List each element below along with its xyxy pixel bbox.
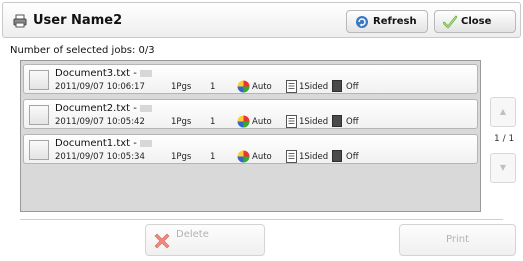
job-list: Document3.txt - 2011/09/07 10:06:17 1Pgs… bbox=[20, 60, 481, 212]
job-color-mode: Auto bbox=[252, 152, 272, 162]
scroll-down-button[interactable]: ▼ bbox=[490, 153, 516, 183]
arrow-up-icon: ▲ bbox=[499, 107, 507, 116]
job-pages: 1Pgs bbox=[171, 82, 192, 92]
close-button[interactable]: Close bbox=[434, 10, 516, 33]
job-row[interactable]: Document2.txt - 2011/09/07 10:05:42 1Pgs… bbox=[23, 99, 478, 129]
job-row[interactable]: Document1.txt - 2011/09/07 10:05:34 1Pgs… bbox=[23, 134, 478, 164]
job-staple: Off bbox=[346, 152, 359, 162]
color-mode-icon bbox=[237, 150, 250, 163]
job-datetime: 2011/09/07 10:06:17 bbox=[55, 82, 145, 92]
job-pages: 1Pgs bbox=[171, 152, 192, 162]
job-sides: 1Sided bbox=[299, 152, 329, 162]
job-checkbox[interactable] bbox=[29, 70, 49, 90]
job-copies: 1 bbox=[210, 117, 216, 127]
printer-icon bbox=[13, 14, 27, 28]
divider bbox=[20, 219, 503, 220]
job-name: Document1.txt - bbox=[55, 138, 152, 149]
redacted-owner bbox=[139, 104, 152, 112]
title-bar: User Name2 Refresh Close bbox=[2, 2, 521, 38]
job-copies: 1 bbox=[210, 152, 216, 162]
print-button[interactable]: Print bbox=[399, 224, 516, 256]
color-mode-icon bbox=[237, 80, 250, 93]
job-pages: 1Pgs bbox=[171, 117, 192, 127]
page-title: User Name2 bbox=[33, 13, 123, 28]
job-checkbox[interactable] bbox=[29, 105, 49, 125]
job-staple: Off bbox=[346, 82, 359, 92]
delete-label: Delete bbox=[176, 229, 209, 240]
redacted-owner bbox=[139, 69, 152, 77]
selected-jobs-count: Number of selected jobs: 0/3 bbox=[10, 45, 155, 56]
arrow-down-icon: ▼ bbox=[499, 163, 507, 172]
print-label: Print bbox=[445, 234, 469, 245]
refresh-button[interactable]: Refresh bbox=[346, 10, 428, 33]
staple-icon bbox=[332, 80, 342, 92]
job-color-mode: Auto bbox=[252, 117, 272, 127]
job-checkbox[interactable] bbox=[29, 140, 49, 160]
single-sided-icon bbox=[286, 115, 297, 128]
job-row[interactable]: Document3.txt - 2011/09/07 10:06:17 1Pgs… bbox=[23, 64, 478, 94]
staple-icon bbox=[332, 150, 342, 162]
scroll-up-button[interactable]: ▲ bbox=[490, 97, 516, 127]
job-datetime: 2011/09/07 10:05:42 bbox=[55, 117, 145, 127]
staple-icon bbox=[332, 115, 342, 127]
delete-button[interactable]: Delete bbox=[145, 224, 265, 256]
page-indicator: 1 / 1 bbox=[494, 134, 515, 144]
close-label: Close bbox=[461, 16, 492, 27]
checkmark-icon bbox=[443, 15, 457, 28]
job-color-mode: Auto bbox=[252, 82, 272, 92]
delete-x-icon bbox=[154, 233, 170, 249]
refresh-icon bbox=[356, 15, 368, 28]
single-sided-icon bbox=[286, 150, 297, 163]
job-copies: 1 bbox=[210, 82, 216, 92]
color-mode-icon bbox=[237, 115, 250, 128]
single-sided-icon bbox=[286, 80, 297, 93]
job-name: Document2.txt - bbox=[55, 103, 152, 114]
job-name: Document3.txt - bbox=[55, 68, 152, 79]
job-sides: 1Sided bbox=[299, 82, 329, 92]
job-staple: Off bbox=[346, 117, 359, 127]
job-datetime: 2011/09/07 10:05:34 bbox=[55, 152, 145, 162]
refresh-label: Refresh bbox=[373, 16, 417, 27]
job-sides: 1Sided bbox=[299, 117, 329, 127]
redacted-owner bbox=[139, 139, 152, 147]
